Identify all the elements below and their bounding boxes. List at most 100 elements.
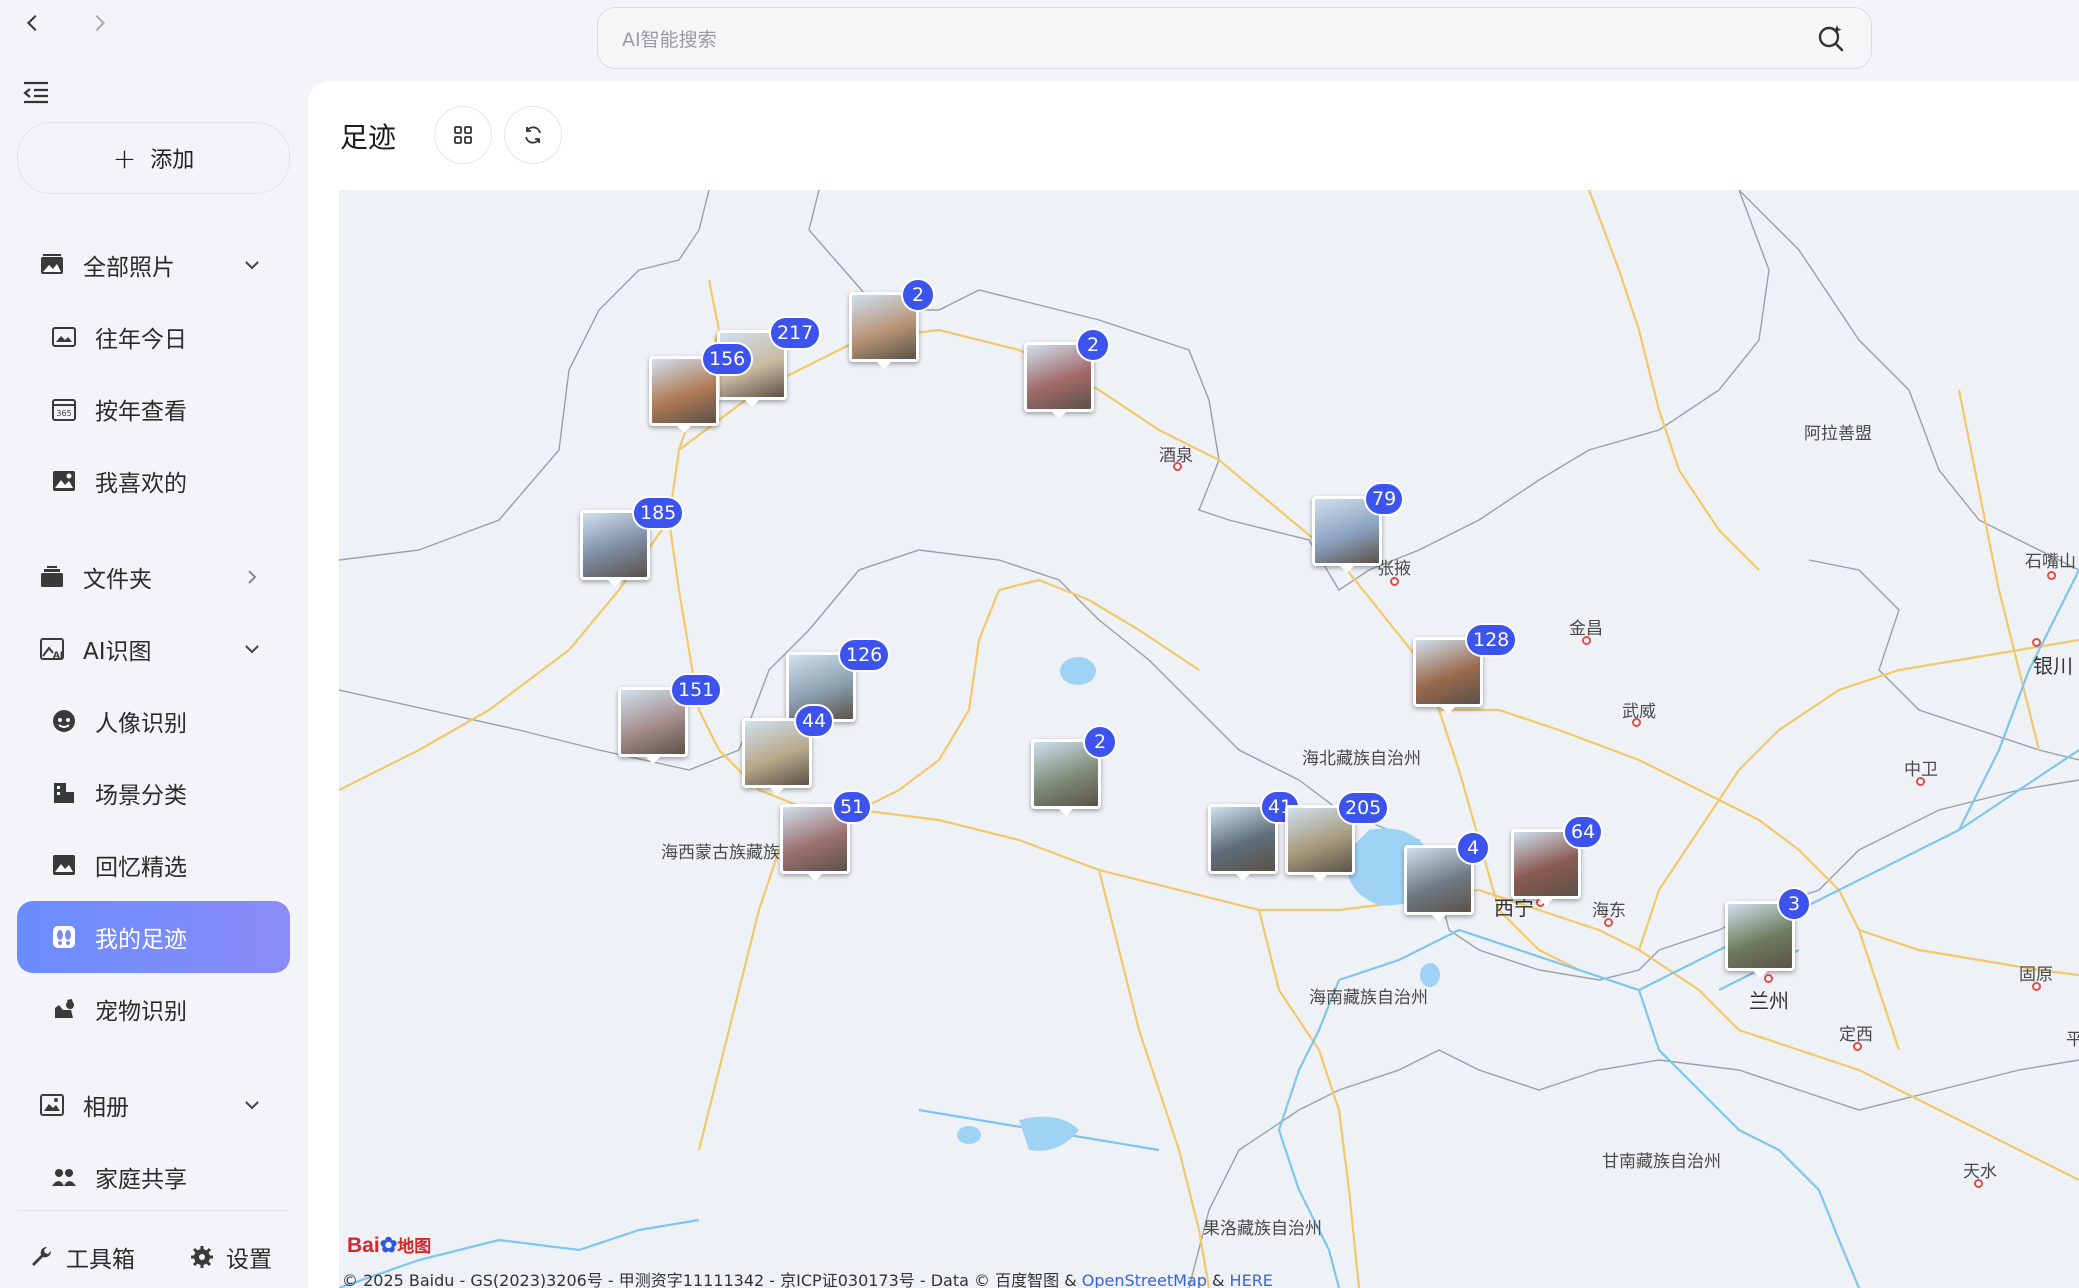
folder-stack-icon	[39, 564, 65, 590]
settings-button[interactable]: 设置	[190, 1240, 272, 1274]
image-frame-icon	[51, 324, 77, 350]
toolbox-label: 工具箱	[66, 1247, 135, 1273]
sidebar-item-family-sharing[interactable]: 家庭共享	[17, 1141, 290, 1213]
gear-icon	[191, 1246, 213, 1268]
forward-button[interactable]	[84, 8, 114, 38]
copyright-text: © 2025 Baidu - GS(2023)3206号 - 甲测资字11111…	[342, 1271, 1082, 1288]
wrench-icon	[32, 1246, 52, 1266]
marker-tail	[1432, 915, 1446, 922]
sidebar-item-label: AI识图	[83, 639, 152, 665]
photo-cluster-marker[interactable]: 79	[1312, 482, 1405, 573]
photo-cluster-marker[interactable]: 41	[1208, 790, 1301, 881]
sidebar-item-label: 全部照片	[83, 255, 175, 281]
marker-tail	[677, 426, 691, 433]
photo-count-badge: 217	[769, 316, 822, 350]
sidebar-item-label: 我的足迹	[95, 927, 187, 953]
sidebar-item-label: 场景分类	[95, 783, 187, 809]
refresh-button[interactable]	[504, 106, 562, 164]
photo-count-badge: 128	[1465, 623, 1518, 657]
search-input[interactable]: AI智能搜索	[622, 25, 1815, 52]
sidebar-item-my-footprints[interactable]: 我的足迹	[17, 901, 290, 973]
photo-count-badge: 51	[832, 790, 873, 824]
photo-cluster-marker[interactable]: 205	[1285, 791, 1390, 882]
sidebar-item-ai-recognition[interactable]: AI AI识图	[17, 613, 290, 685]
collapse-sidebar-button[interactable]	[20, 76, 52, 108]
place-label: 甘南藏族自治州	[1602, 1152, 1721, 1172]
sidebar-item-face-recognition[interactable]: 人像识别	[17, 685, 290, 757]
photo-count-badge: 2	[901, 278, 935, 312]
marker-tail	[1753, 971, 1767, 978]
album-icon	[39, 1092, 65, 1118]
photo-cluster-marker[interactable]: 51	[780, 790, 873, 881]
photo-cluster-marker[interactable]: 3	[1725, 887, 1811, 978]
sidebar-item-on-this-day[interactable]: 往年今日	[17, 301, 290, 373]
sidebar-item-by-year[interactable]: 365 按年查看	[17, 373, 290, 445]
photo-count-badge: 3	[1777, 887, 1811, 921]
sidebar-item-label: 回忆精选	[95, 855, 187, 881]
ai-image-icon: AI	[39, 636, 65, 662]
sidebar-item-label: 家庭共享	[95, 1167, 187, 1193]
osm-link[interactable]: OpenStreetMap	[1082, 1271, 1207, 1288]
photo-cluster-marker[interactable]: 2	[1031, 725, 1117, 816]
chevron-down-icon	[245, 261, 259, 270]
chevron-down-icon	[245, 1101, 259, 1110]
back-button[interactable]	[18, 8, 48, 38]
sidebar-item-memories[interactable]: 回忆精选	[17, 829, 290, 901]
sidebar-item-label: 我喜欢的	[95, 471, 187, 497]
photo-count-badge: 79	[1364, 482, 1405, 516]
collapse-menu-icon	[23, 81, 48, 104]
photo-count-badge: 2	[1076, 328, 1110, 362]
sidebar-item-pet-recognition[interactable]: 宠物识别	[17, 973, 290, 1045]
marker-tail	[1059, 809, 1073, 816]
footprint-map[interactable]: 酒泉 张掖 金昌 武威 阿拉善盟 石嘴山 银川 中卫 海北藏族自治州 海西蒙古族…	[339, 190, 2079, 1288]
photo-cluster-marker[interactable]: 2	[1024, 328, 1110, 419]
sidebar-item-scene-classification[interactable]: 场景分类	[17, 757, 290, 829]
add-button[interactable]: + 添加	[17, 122, 290, 194]
page-title: 足迹	[340, 121, 397, 154]
photo-cluster-marker[interactable]: 64	[1511, 815, 1604, 906]
sidebar-item-favorites[interactable]: 我喜欢的	[17, 445, 290, 517]
marker-tail	[608, 580, 622, 587]
photo-count-badge: 126	[838, 638, 891, 672]
marker-tail	[646, 757, 660, 764]
place-label: 石嘴山	[2025, 552, 2076, 572]
photo-cluster-marker[interactable]: 151	[618, 673, 723, 764]
city-dot	[1974, 1179, 1983, 1188]
photo-cluster-marker[interactable]: 128	[1413, 623, 1518, 714]
baidu-map-logo: Bai✿地图	[347, 1232, 431, 1258]
chevron-left-icon	[26, 14, 37, 32]
photo-cluster-marker[interactable]: 2	[849, 278, 935, 369]
plus-icon: +	[112, 141, 137, 175]
marker-tail	[1340, 566, 1354, 573]
marker-tail	[877, 362, 891, 369]
sidebar-item-label: 往年今日	[95, 327, 187, 353]
photo-cluster-marker[interactable]: 44	[742, 704, 835, 795]
footprint-icon	[51, 924, 77, 950]
add-button-label: 添加	[150, 148, 195, 173]
photo-cluster-marker[interactable]: 156	[649, 342, 754, 433]
city-dot	[1173, 462, 1182, 471]
sidebar-item-all-photos[interactable]: 全部照片	[17, 229, 290, 301]
sidebar-divider	[17, 1210, 290, 1211]
photo-cluster-marker[interactable]: 4	[1404, 831, 1490, 922]
map-base-layer	[339, 190, 2079, 1288]
sidebar-item-folders[interactable]: 文件夹	[17, 541, 290, 613]
sidebar-item-albums[interactable]: 相册	[17, 1069, 290, 1141]
baidu-logo-text: Bai	[347, 1234, 380, 1257]
marker-tail	[1539, 899, 1553, 906]
city-dot	[2032, 638, 2041, 647]
photo-count-badge: 156	[701, 342, 754, 376]
sidebar-item-label: 相册	[83, 1095, 129, 1121]
city-dot	[2047, 571, 2056, 580]
toolbox-button[interactable]: 工具箱	[30, 1240, 135, 1274]
face-icon	[51, 708, 77, 734]
search-bar[interactable]: AI智能搜索	[597, 7, 1872, 69]
place-label: 海西蒙古族藏族	[661, 843, 780, 863]
ai-search-icon[interactable]	[1815, 22, 1847, 54]
place-label: 阿拉善盟	[1804, 424, 1872, 444]
place-label: 果洛藏族自治州	[1203, 1219, 1322, 1239]
grid-view-button[interactable]	[434, 106, 492, 164]
here-link[interactable]: HERE	[1230, 1271, 1273, 1288]
photo-cluster-marker[interactable]: 185	[580, 496, 685, 587]
city-dot	[1604, 918, 1613, 927]
